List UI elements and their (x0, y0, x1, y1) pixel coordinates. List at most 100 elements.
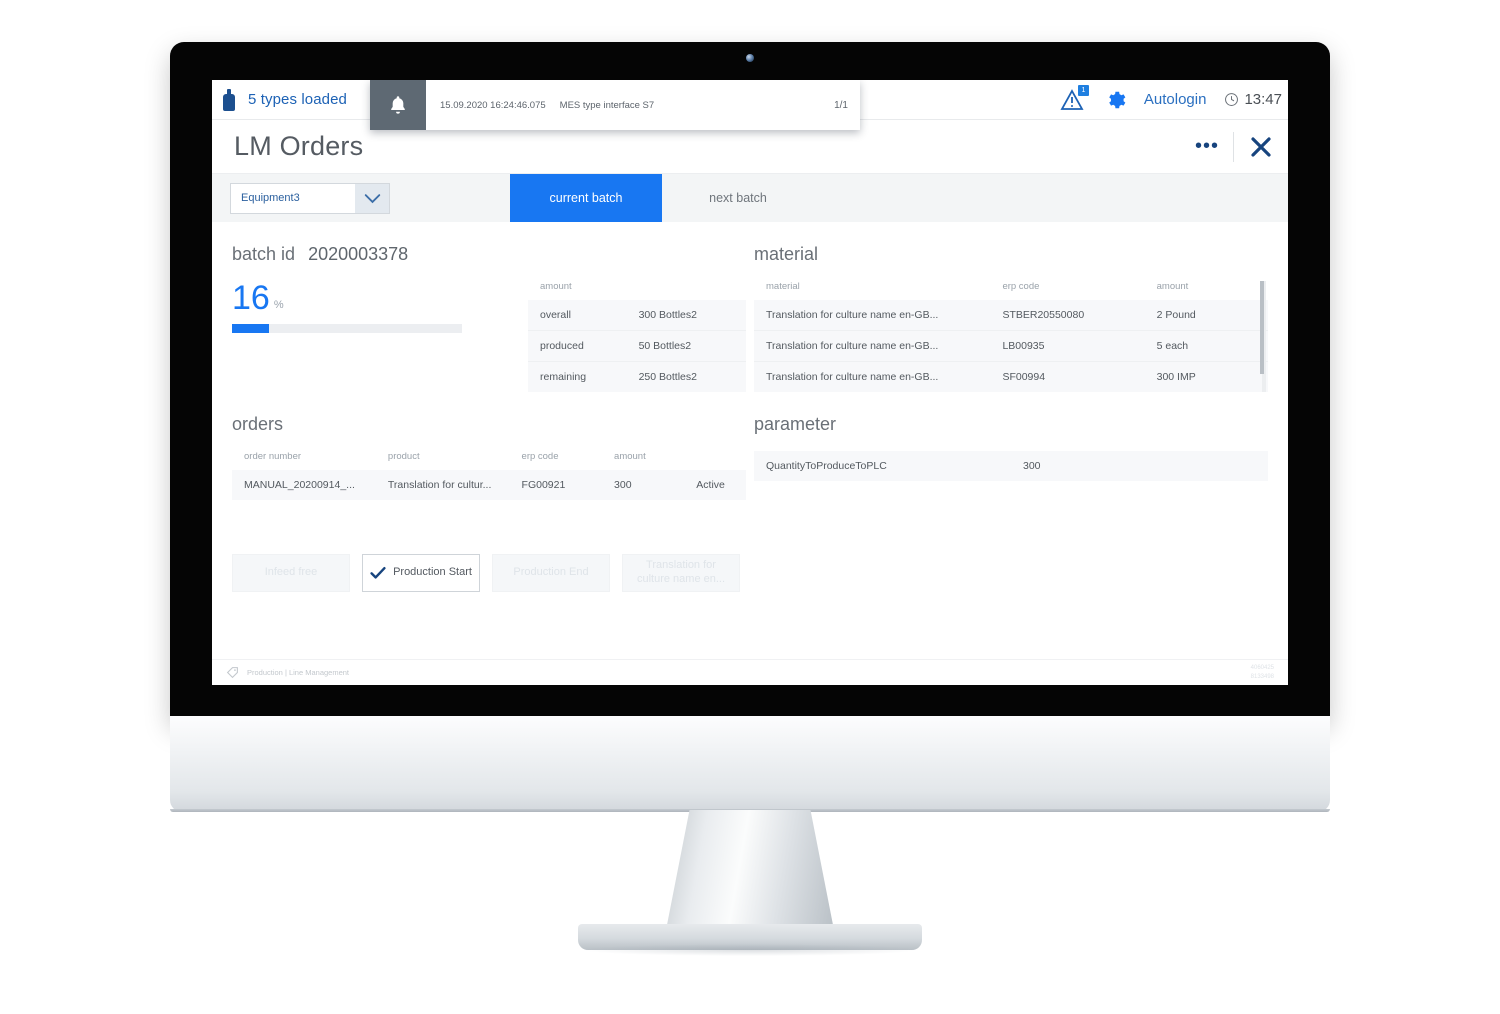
orders-col-product: product (387, 451, 420, 462)
types-loaded-label: 5 types loaded (248, 91, 347, 108)
material-scrollbar-thumb[interactable] (1260, 281, 1264, 375)
notification-timestamp: 15.09.2020 16:24:46.075 (440, 99, 546, 111)
table-row[interactable]: produced 50 Bottles2 (528, 330, 746, 362)
close-icon[interactable] (1234, 135, 1288, 159)
material-name: Translation for culture name en-GB... (754, 300, 991, 331)
screen: 5 types loaded 1 Autologin 13:47 15.09.2… (212, 80, 1288, 685)
monitor-stand-foot (578, 924, 922, 956)
batch-id-label: batch id (232, 244, 296, 264)
material-table-wrap: material erp code amount Translation for… (754, 281, 1268, 392)
translation-button[interactable]: Translation for culture name en... (622, 554, 740, 592)
material-col-amount: amount (1156, 281, 1189, 292)
version-label: 4060425 8133498 (1250, 665, 1274, 680)
title-actions: ••• (1181, 120, 1288, 173)
more-options-icon[interactable]: ••• (1181, 135, 1233, 158)
order-product: Translation for cultur... (387, 479, 492, 491)
material-column: material material erp code amount Transl… (754, 244, 1268, 392)
progress-bar (232, 324, 462, 333)
orders-heading: orders (232, 414, 284, 434)
batch-stats: 16 % amount overall 300 Bottles2 produce… (232, 281, 746, 392)
autologin-label[interactable]: Autologin (1144, 91, 1207, 108)
chevron-down-icon[interactable] (355, 183, 389, 213)
progress-value-row: 16 % (232, 281, 462, 315)
status-badge: Active (696, 479, 725, 491)
top-status-bar: 5 types loaded 1 Autologin 13:47 15.09.2… (212, 80, 1288, 130)
orders-col-amount: amount (614, 451, 646, 462)
material-erp-code: SF00994 (1002, 371, 1046, 383)
amount-table: amount overall 300 Bottles2 produced 50 … (528, 281, 746, 392)
material-amount: 300 IMP (1156, 371, 1196, 383)
material-erp-code: STBER20550080 (990, 300, 1145, 331)
notification-body: 15.09.2020 16:24:46.075 MES type interfa… (426, 80, 860, 130)
material-amount: 5 each (1144, 330, 1268, 362)
clock-icon (1225, 93, 1239, 106)
table-row[interactable]: remaining 250 Bottles2 (528, 361, 746, 392)
material-heading: material (754, 244, 819, 264)
amount-row-value: 50 Bottles2 (626, 330, 746, 362)
material-erp-code: LB00935 (990, 330, 1145, 362)
table-row[interactable]: Translation for culture name en-GB... ST… (754, 300, 1268, 331)
page-title: LM Orders (234, 131, 364, 161)
amount-row-value: 250 Bottles2 (638, 371, 697, 383)
order-number: MANUAL_20200914_... (244, 479, 355, 491)
notification-toast[interactable]: 15.09.2020 16:24:46.075 MES type interfa… (370, 80, 860, 130)
monitor-stand-neck (666, 810, 834, 930)
monitor-chin (170, 716, 1330, 812)
tab-next-batch[interactable]: next batch (662, 174, 814, 222)
clock-display: 13:47 (1224, 91, 1282, 108)
progress-bar-fill (232, 324, 269, 333)
progress-percent-value: 16 (232, 279, 270, 317)
status-bar-text: Production | Line Management (247, 668, 350, 677)
order-amount: 300 (614, 479, 632, 491)
parameter-heading: parameter (754, 414, 837, 434)
table-row[interactable]: overall 300 Bottles2 (528, 300, 746, 331)
orders-col-erp: erp code (521, 451, 559, 462)
batch-column: batch id 2020003378 16 % amount overall … (232, 244, 746, 392)
webcam-icon (746, 54, 754, 62)
table-row[interactable]: QuantityToProduceToPLC 300 (754, 451, 1268, 481)
material-amount: 2 Pound (1144, 300, 1268, 331)
amount-row-label: produced (528, 330, 627, 362)
warning-icon[interactable]: 1 (1060, 84, 1089, 112)
material-scrollbar-track[interactable] (1260, 281, 1266, 392)
orders-table: order number product erp code amount MAN… (232, 451, 746, 500)
table-row[interactable]: MANUAL_20200914_... Translation for cult… (232, 470, 746, 500)
material-name: Translation for culture name en-GB... (766, 371, 939, 383)
parameter-column: parameter QuantityToProduceToPLC 300 (754, 414, 1268, 500)
table-row[interactable]: Translation for culture name en-GB... LB… (754, 330, 1268, 362)
batch-tabs: current batch next batch (510, 174, 814, 222)
status-bar: Production | Line Management 4060425 8133… (212, 659, 1288, 685)
toolbar: Equipment3 current batch next batch (212, 174, 1288, 222)
batch-id-value: 2020003378 (308, 244, 409, 264)
progress-percent-sign: % (273, 299, 284, 311)
material-col-material: material (766, 281, 800, 292)
bell-icon[interactable] (370, 80, 426, 130)
equipment-select[interactable]: Equipment3 (230, 182, 390, 214)
notification-message: MES type interface S7 (559, 99, 655, 111)
progress-block: 16 % (232, 281, 462, 392)
production-start-button[interactable]: Production Start (362, 554, 480, 592)
action-button-bar: Infeed free Production Start Production … (212, 554, 1288, 592)
gear-icon[interactable] (1104, 89, 1126, 111)
top-status-right: 1 Autologin 13:47 (1060, 84, 1288, 112)
orders-col-number: order number (244, 451, 302, 462)
amount-row-value: 300 Bottles2 (626, 300, 746, 331)
production-start-label: Production Start (393, 566, 472, 579)
infeed-free-button[interactable]: Infeed free (232, 554, 350, 592)
parameter-name: QuantityToProduceToPLC (766, 460, 887, 472)
orders-column: orders order number product erp code amo… (232, 414, 746, 500)
amount-row-label: overall (528, 300, 627, 331)
production-end-button[interactable]: Production End (492, 554, 610, 592)
parameter-table: QuantityToProduceToPLC 300 (754, 451, 1268, 481)
material-table: material erp code amount Translation for… (754, 281, 1268, 392)
amount-row-label: remaining (540, 371, 587, 383)
equipment-select-value: Equipment3 (241, 192, 300, 204)
amount-table-wrap: amount overall 300 Bottles2 produced 50 … (528, 281, 746, 392)
order-erp-code: FG00921 (521, 479, 566, 491)
orders-col-status (684, 451, 746, 470)
tab-current-batch[interactable]: current batch (510, 174, 662, 222)
bottle-icon (222, 88, 236, 111)
amount-col-header: amount (540, 281, 572, 292)
notification-count: 1/1 (834, 99, 848, 111)
table-row[interactable]: Translation for culture name en-GB... SF… (754, 361, 1268, 392)
